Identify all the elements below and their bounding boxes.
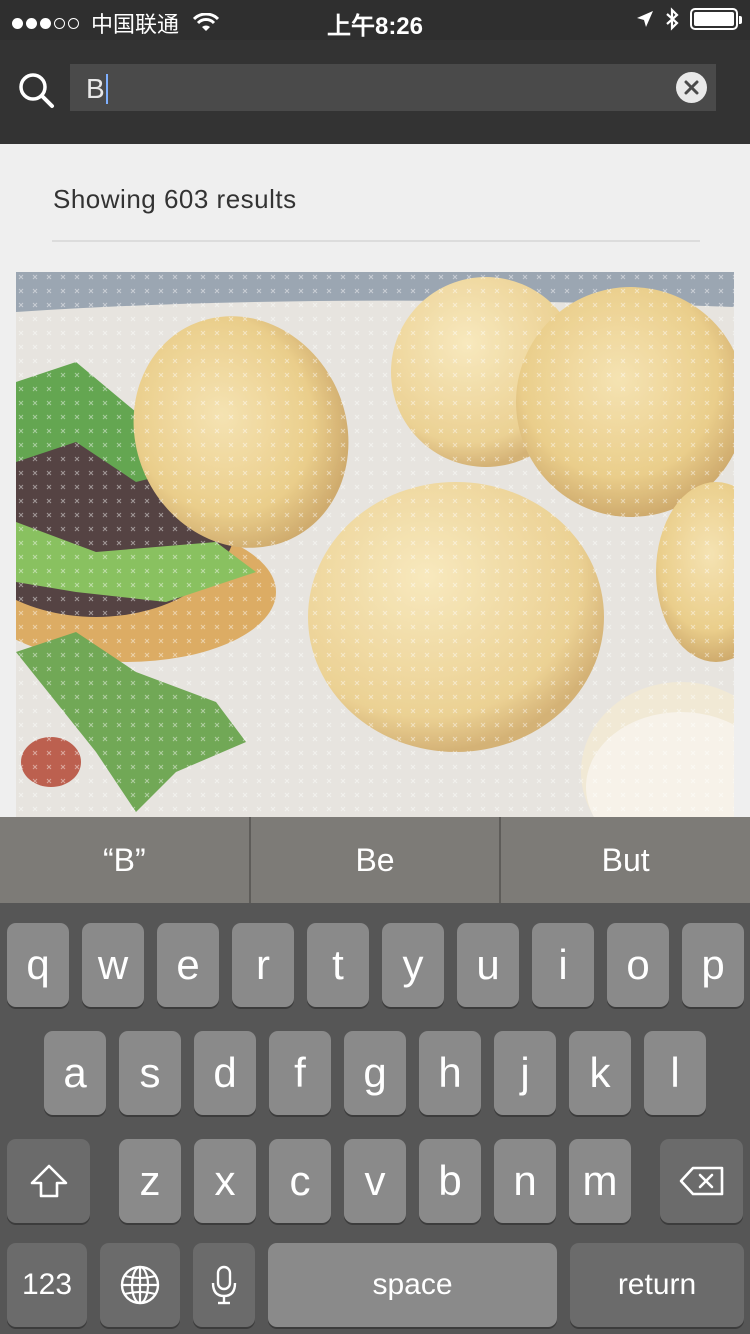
delete-key[interactable]: [660, 1139, 743, 1223]
bluetooth-icon: [666, 7, 679, 31]
shift-icon: [30, 1164, 67, 1198]
key-w[interactable]: w: [82, 923, 144, 1007]
globe-key[interactable]: [100, 1243, 180, 1327]
search-query-text: B: [86, 73, 108, 105]
key-p[interactable]: p: [682, 923, 744, 1007]
key-u[interactable]: u: [457, 923, 519, 1007]
predictive-text-bar: “B” Be But: [0, 817, 750, 903]
key-c[interactable]: c: [269, 1139, 331, 1223]
microphone-icon: [211, 1265, 237, 1305]
search-header: B: [0, 40, 750, 144]
key-f[interactable]: f: [269, 1031, 331, 1115]
text-caret: [105, 73, 108, 104]
divider: [52, 240, 700, 242]
return-key[interactable]: return: [570, 1243, 744, 1327]
status-bar: 中国联通 上午8:26: [0, 0, 750, 40]
status-right: [636, 7, 742, 31]
key-g[interactable]: g: [344, 1031, 406, 1115]
key-e[interactable]: e: [157, 923, 219, 1007]
key-b[interactable]: b: [419, 1139, 481, 1223]
key-n[interactable]: n: [494, 1139, 556, 1223]
space-key[interactable]: space: [268, 1243, 557, 1327]
key-m[interactable]: m: [569, 1139, 631, 1223]
key-l[interactable]: l: [644, 1031, 706, 1115]
keyboard: q w e r t y u i o p a s d f g h j k l z …: [0, 903, 750, 1334]
results-count: Showing 603 results: [53, 184, 297, 214]
key-a[interactable]: a: [44, 1031, 106, 1115]
recipe-image[interactable]: [16, 272, 734, 832]
key-o[interactable]: o: [607, 923, 669, 1007]
globe-icon: [120, 1265, 160, 1305]
location-arrow-icon: [637, 11, 653, 27]
delete-icon: [679, 1166, 723, 1196]
key-k[interactable]: k: [569, 1031, 631, 1115]
key-i[interactable]: i: [532, 923, 594, 1007]
search-icon[interactable]: [17, 71, 55, 109]
prediction-3[interactable]: But: [501, 817, 750, 903]
key-v[interactable]: v: [344, 1139, 406, 1223]
key-s[interactable]: s: [119, 1031, 181, 1115]
search-input[interactable]: B: [70, 64, 716, 111]
key-h[interactable]: h: [419, 1031, 481, 1115]
prediction-2[interactable]: Be: [251, 817, 500, 903]
microphone-key[interactable]: [193, 1243, 255, 1327]
key-r[interactable]: r: [232, 923, 294, 1007]
key-j[interactable]: j: [494, 1031, 556, 1115]
key-x[interactable]: x: [194, 1139, 256, 1223]
key-t[interactable]: t: [307, 923, 369, 1007]
screen: 中国联通 上午8:26 B Showing 603 results “B” Be…: [0, 0, 750, 1334]
key-d[interactable]: d: [194, 1031, 256, 1115]
key-y[interactable]: y: [382, 923, 444, 1007]
key-z[interactable]: z: [119, 1139, 181, 1223]
shift-key[interactable]: [7, 1139, 90, 1223]
prediction-1[interactable]: “B”: [0, 817, 249, 903]
key-q[interactable]: q: [7, 923, 69, 1007]
numbers-key[interactable]: 123: [7, 1243, 87, 1327]
clear-icon[interactable]: [676, 72, 707, 103]
battery-icon: [690, 8, 742, 30]
